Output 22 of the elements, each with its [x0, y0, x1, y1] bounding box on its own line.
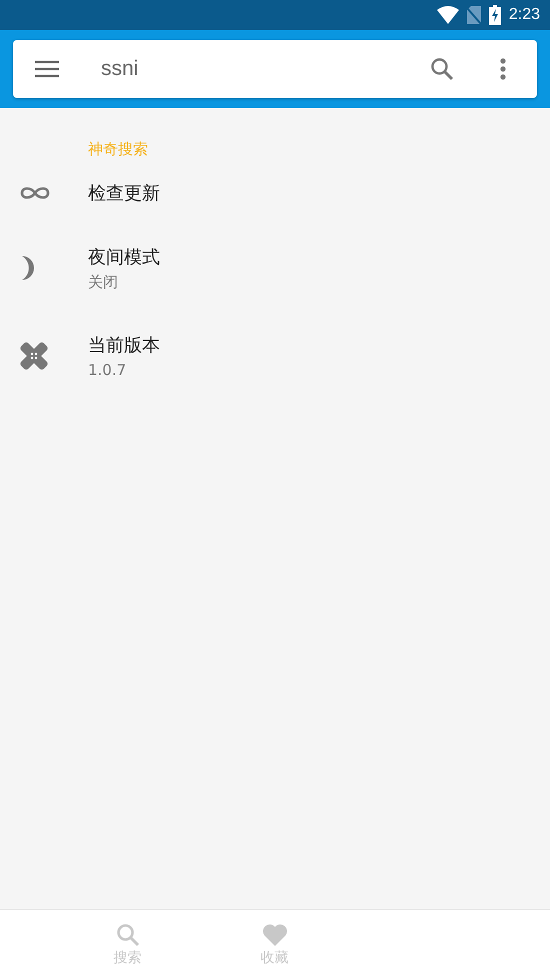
no-sim-icon — [466, 6, 481, 24]
status-time: 2:23 — [508, 6, 540, 24]
wifi-icon — [436, 6, 459, 24]
settings-subtitle: 1.0.7 — [88, 361, 128, 379]
settings-item[interactable]: 夜间模式 关闭 — [0, 224, 550, 312]
bandage-icon — [20, 342, 48, 370]
battery-charging-icon — [488, 5, 501, 25]
settings-title: 当前版本 — [88, 334, 160, 357]
search-bar[interactable]: ssni — [13, 40, 537, 98]
menu-icon[interactable] — [35, 60, 59, 78]
infinity-icon — [20, 186, 50, 200]
search-icon[interactable] — [430, 57, 454, 81]
settings-subtitle: 关闭 — [88, 272, 119, 292]
heart-icon — [262, 922, 288, 946]
more-options-icon[interactable] — [500, 58, 506, 80]
settings-title: 检查更新 — [88, 182, 160, 205]
search-icon — [116, 922, 140, 946]
settings-item[interactable]: 检查更新 — [0, 162, 550, 224]
section-title: 神奇搜索 — [87, 139, 149, 160]
search-query[interactable]: ssni — [101, 57, 430, 81]
settings-item[interactable]: 当前版本 1.0.7 — [0, 312, 550, 400]
settings-title: 夜间模式 — [88, 246, 160, 268]
